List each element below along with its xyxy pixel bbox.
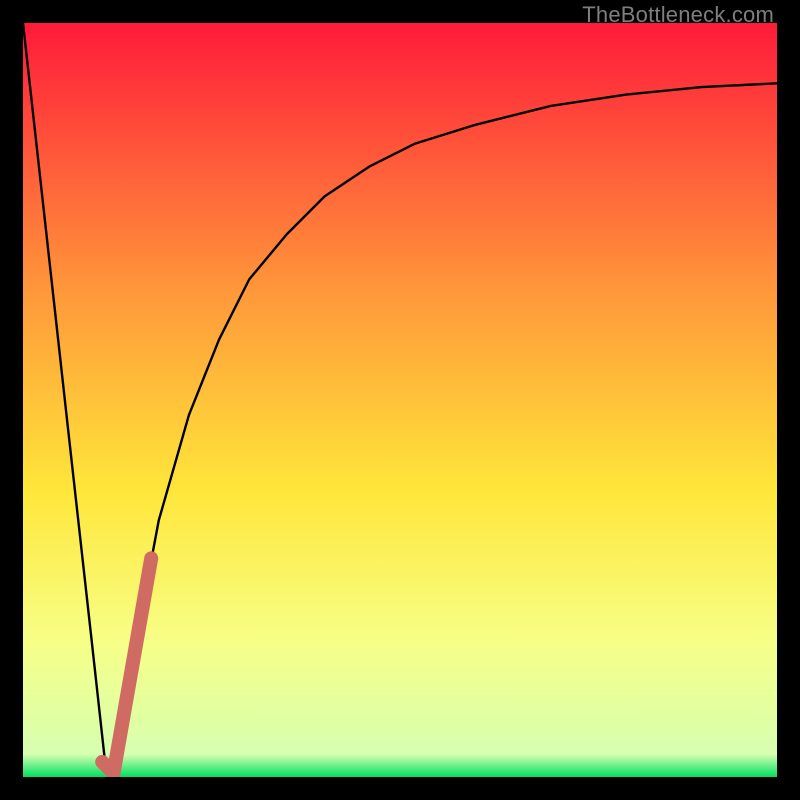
outer-frame: TheBottleneck.com [0, 0, 800, 800]
chart-canvas [23, 23, 777, 777]
plot-area [23, 23, 777, 777]
